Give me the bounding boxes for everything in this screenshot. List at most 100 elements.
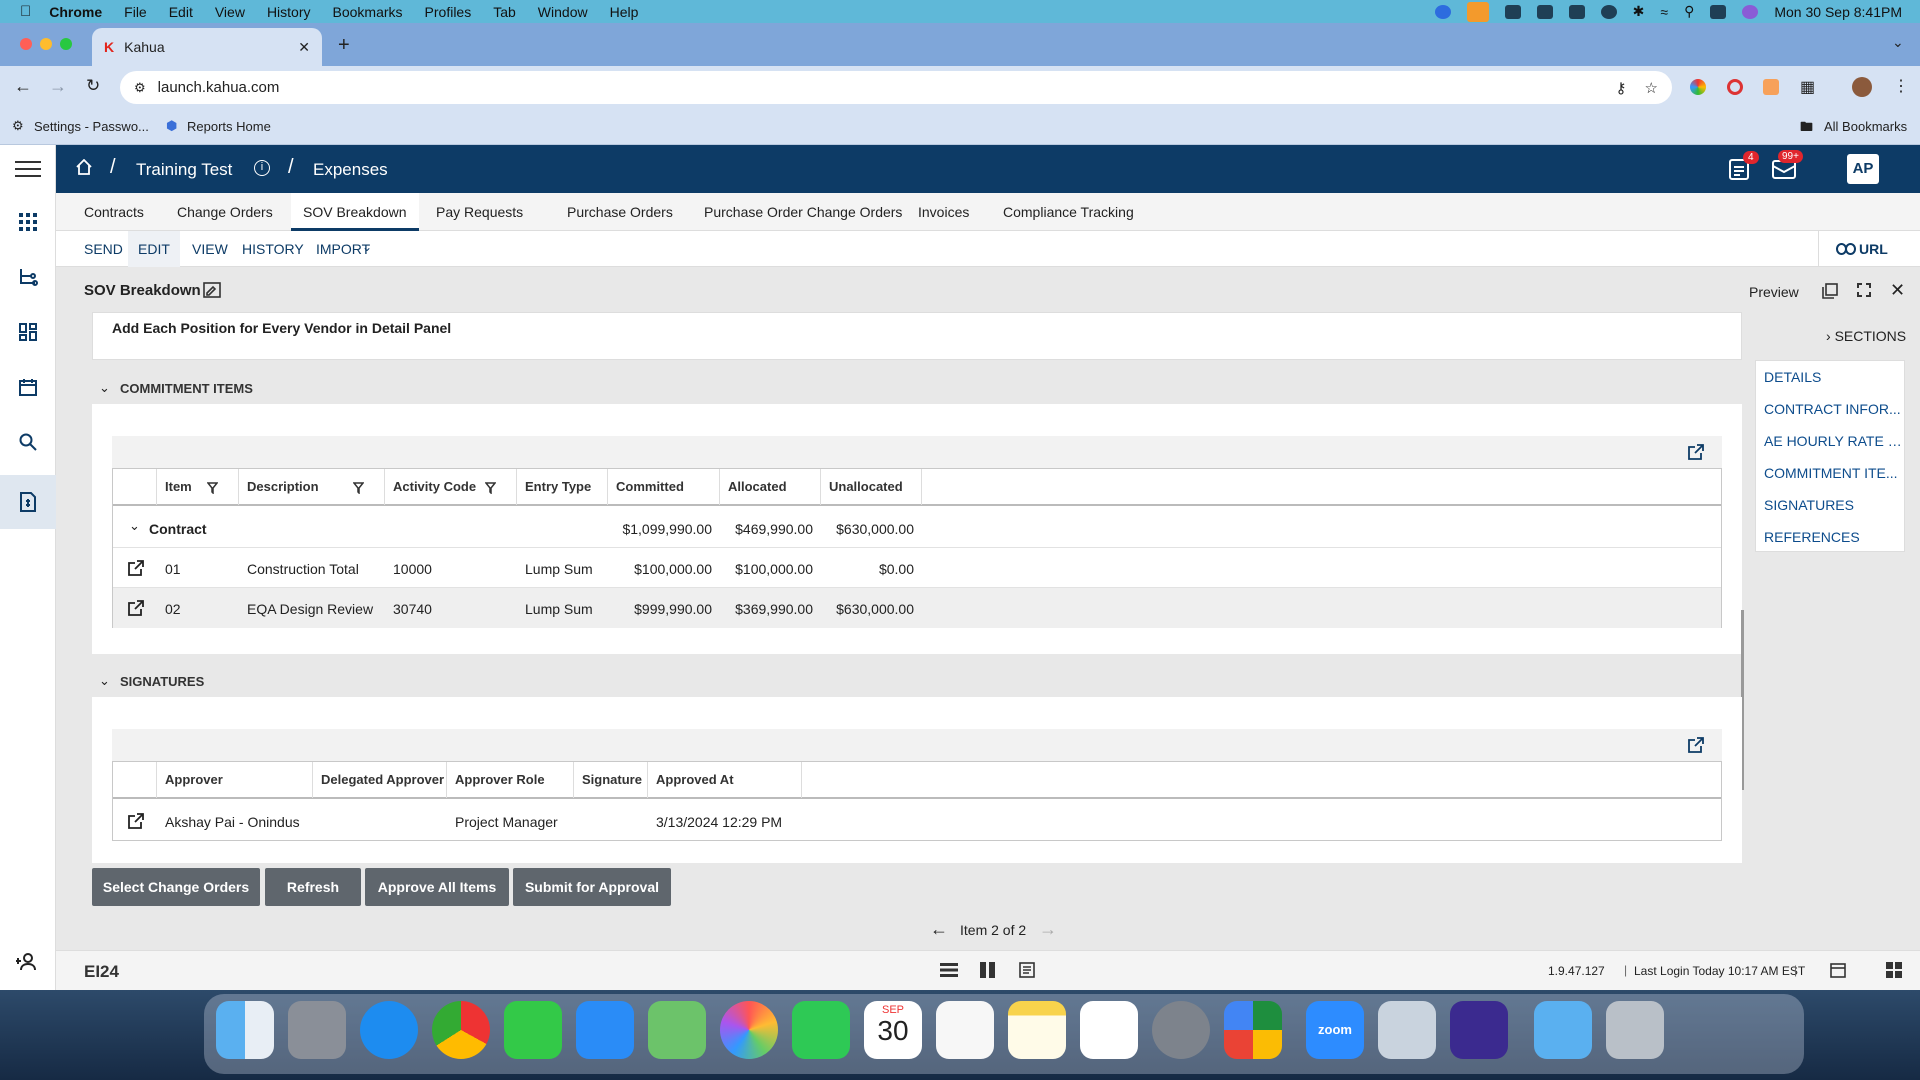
calendar-app-icon[interactable]: SEP 30 <box>864 1001 922 1059</box>
preview-app-icon[interactable] <box>1378 1001 1436 1059</box>
tab-compliance-tracking[interactable]: Compliance Tracking <box>991 193 1146 231</box>
history-command[interactable]: HISTORY <box>232 231 314 267</box>
tab-contracts[interactable]: Contracts <box>72 193 156 231</box>
tab-invoices[interactable]: Invoices <box>906 193 981 231</box>
open-row-icon[interactable] <box>128 600 144 619</box>
col-allocated[interactable]: Allocated <box>720 469 821 505</box>
reminders-icon[interactable] <box>936 1001 994 1059</box>
extension-pen-icon[interactable] <box>1763 79 1779 95</box>
edit-title-icon[interactable] <box>203 282 221 302</box>
open-row-icon[interactable] <box>128 813 144 832</box>
spotlight-search-icon[interactable]: ⚲ <box>1684 3 1694 20</box>
approve-all-items-button[interactable]: Approve All Items <box>365 868 509 906</box>
apple-icon[interactable]:  <box>20 3 31 20</box>
link-icon[interactable] <box>1836 242 1856 258</box>
col-unallocated[interactable]: Unallocated <box>821 469 922 505</box>
section-link-references[interactable]: REFERENCES <box>1756 521 1904 553</box>
extension-color-icon[interactable] <box>1690 79 1706 95</box>
menubar-clock[interactable]: Mon 30 Sep 8:41PM <box>1774 4 1902 20</box>
chrome-icon[interactable] <box>432 1001 490 1059</box>
control-center-icon[interactable] <box>1710 4 1727 19</box>
tab-purchase-orders[interactable]: Purchase Orders <box>555 193 685 231</box>
filter-icon[interactable] <box>206 481 219 498</box>
wifi-icon[interactable]: ≈ <box>1660 4 1668 20</box>
open-external-icon[interactable] <box>1688 444 1704 464</box>
col-delegated-approver[interactable]: Delegated Approver <box>313 762 447 798</box>
edit-command[interactable]: EDIT <box>128 231 180 267</box>
col-activity-code[interactable]: Activity Code <box>385 469 517 505</box>
zoom-status-icon[interactable] <box>1434 4 1451 19</box>
section-link-ae-hourly-rate[interactable]: AE HOURLY RATE S... <box>1756 425 1904 457</box>
preview-label[interactable]: Preview <box>1749 284 1799 300</box>
extension-record-icon[interactable] <box>1727 79 1743 95</box>
freeform-icon[interactable] <box>1080 1001 1138 1059</box>
open-external-icon[interactable] <box>1688 737 1704 757</box>
site-info-icon[interactable]: ⚙ <box>134 80 146 96</box>
section-link-commitment-items[interactable]: COMMITMENT ITE... <box>1756 457 1904 489</box>
sections-toggle[interactable]: › SECTIONS <box>1826 328 1906 344</box>
downloads-folder-icon[interactable] <box>1534 1001 1592 1059</box>
finder-icon[interactable] <box>216 1001 274 1059</box>
facetime-icon[interactable] <box>792 1001 850 1059</box>
copy-window-icon[interactable] <box>1822 283 1838 303</box>
back-arrow-icon[interactable]: ← <box>14 76 32 97</box>
col-entry-type[interactable]: Entry Type <box>517 469 608 505</box>
select-change-orders-button[interactable]: Select Change Orders <box>92 868 260 906</box>
section-link-details[interactable]: DETAILS <box>1756 361 1904 393</box>
screen-icon[interactable] <box>1568 4 1585 19</box>
chrome-menu-icon[interactable]: ⋮ <box>1893 76 1909 96</box>
col-approver[interactable]: Approver <box>157 762 313 798</box>
group-row[interactable]: ⌄ Contract $1,099,990.00 $469,990.00 $63… <box>113 508 1721 548</box>
menu-profiles[interactable]: Profiles <box>425 4 472 20</box>
signatures-section-header[interactable]: SIGNATURES <box>120 674 204 689</box>
user-avatar[interactable]: AP <box>1847 154 1879 184</box>
profile-avatar[interactable] <box>1852 77 1872 97</box>
info-icon[interactable]: i <box>254 160 270 176</box>
col-item[interactable]: Item <box>157 469 239 505</box>
calendar-icon[interactable] <box>14 373 42 401</box>
new-tab-icon[interactable]: + <box>338 34 350 57</box>
password-key-icon[interactable]: ⚷ <box>1616 79 1627 97</box>
tab-change-orders[interactable]: Change Orders <box>165 193 285 231</box>
hierarchy-icon[interactable] <box>14 263 42 291</box>
collapse-chevron-icon[interactable]: ⌄ <box>99 380 110 396</box>
close-tab-icon[interactable]: ✕ <box>298 39 310 56</box>
apps-grid-icon[interactable] <box>14 208 42 236</box>
bookmark-star-icon[interactable]: ☆ <box>1645 79 1658 97</box>
col-approved-at[interactable]: Approved At <box>648 762 802 798</box>
trash-icon[interactable] <box>1606 1001 1664 1059</box>
add-user-icon[interactable] <box>14 948 42 976</box>
tab-pay-requests[interactable]: Pay Requests <box>424 193 535 231</box>
window-close-button[interactable] <box>20 38 32 50</box>
expense-document-icon[interactable] <box>0 475 56 529</box>
filter-icon[interactable] <box>484 481 497 498</box>
microphone-icon[interactable] <box>1466 1 1489 22</box>
col-committed[interactable]: Committed <box>608 469 720 505</box>
airdrop-icon[interactable] <box>1600 4 1617 19</box>
address-bar[interactable]: ⚙ launch.kahua.com ⚷ ☆ <box>120 71 1672 104</box>
tab-search-icon[interactable]: ⌄ <box>1892 34 1904 51</box>
url-button[interactable]: URL <box>1859 241 1888 257</box>
home-icon[interactable] <box>76 158 92 179</box>
send-command[interactable]: SEND <box>74 231 133 267</box>
col-signature[interactable]: Signature <box>574 762 648 798</box>
search-icon[interactable] <box>14 428 42 456</box>
menu-bookmarks[interactable]: Bookmarks <box>333 4 403 20</box>
bluetooth-icon[interactable]: ✱ <box>1633 3 1645 20</box>
menu-edit[interactable]: Edit <box>169 4 193 20</box>
breadcrumb-project[interactable]: Training Test <box>136 160 232 180</box>
menu-history[interactable]: History <box>267 4 311 20</box>
messages-icon[interactable] <box>504 1001 562 1059</box>
mail-app-icon[interactable] <box>576 1001 634 1059</box>
grammarly-status-icon[interactable] <box>1504 4 1521 19</box>
calendar-settings-icon[interactable] <box>1830 962 1846 981</box>
dashboard-icon[interactable] <box>14 318 42 346</box>
google-meet-icon[interactable] <box>1224 1001 1282 1059</box>
chevron-down-icon[interactable]: ⌄ <box>362 240 372 254</box>
commitment-section-header[interactable]: COMMITMENT ITEMS <box>120 381 253 396</box>
tab-sov-breakdown[interactable]: SOV Breakdown <box>291 193 419 231</box>
list-view-icon[interactable] <box>940 963 958 980</box>
menu-file[interactable]: File <box>124 4 147 20</box>
fullscreen-icon[interactable] <box>1857 283 1871 301</box>
browser-tab[interactable]: K Kahua ✕ <box>92 28 322 66</box>
